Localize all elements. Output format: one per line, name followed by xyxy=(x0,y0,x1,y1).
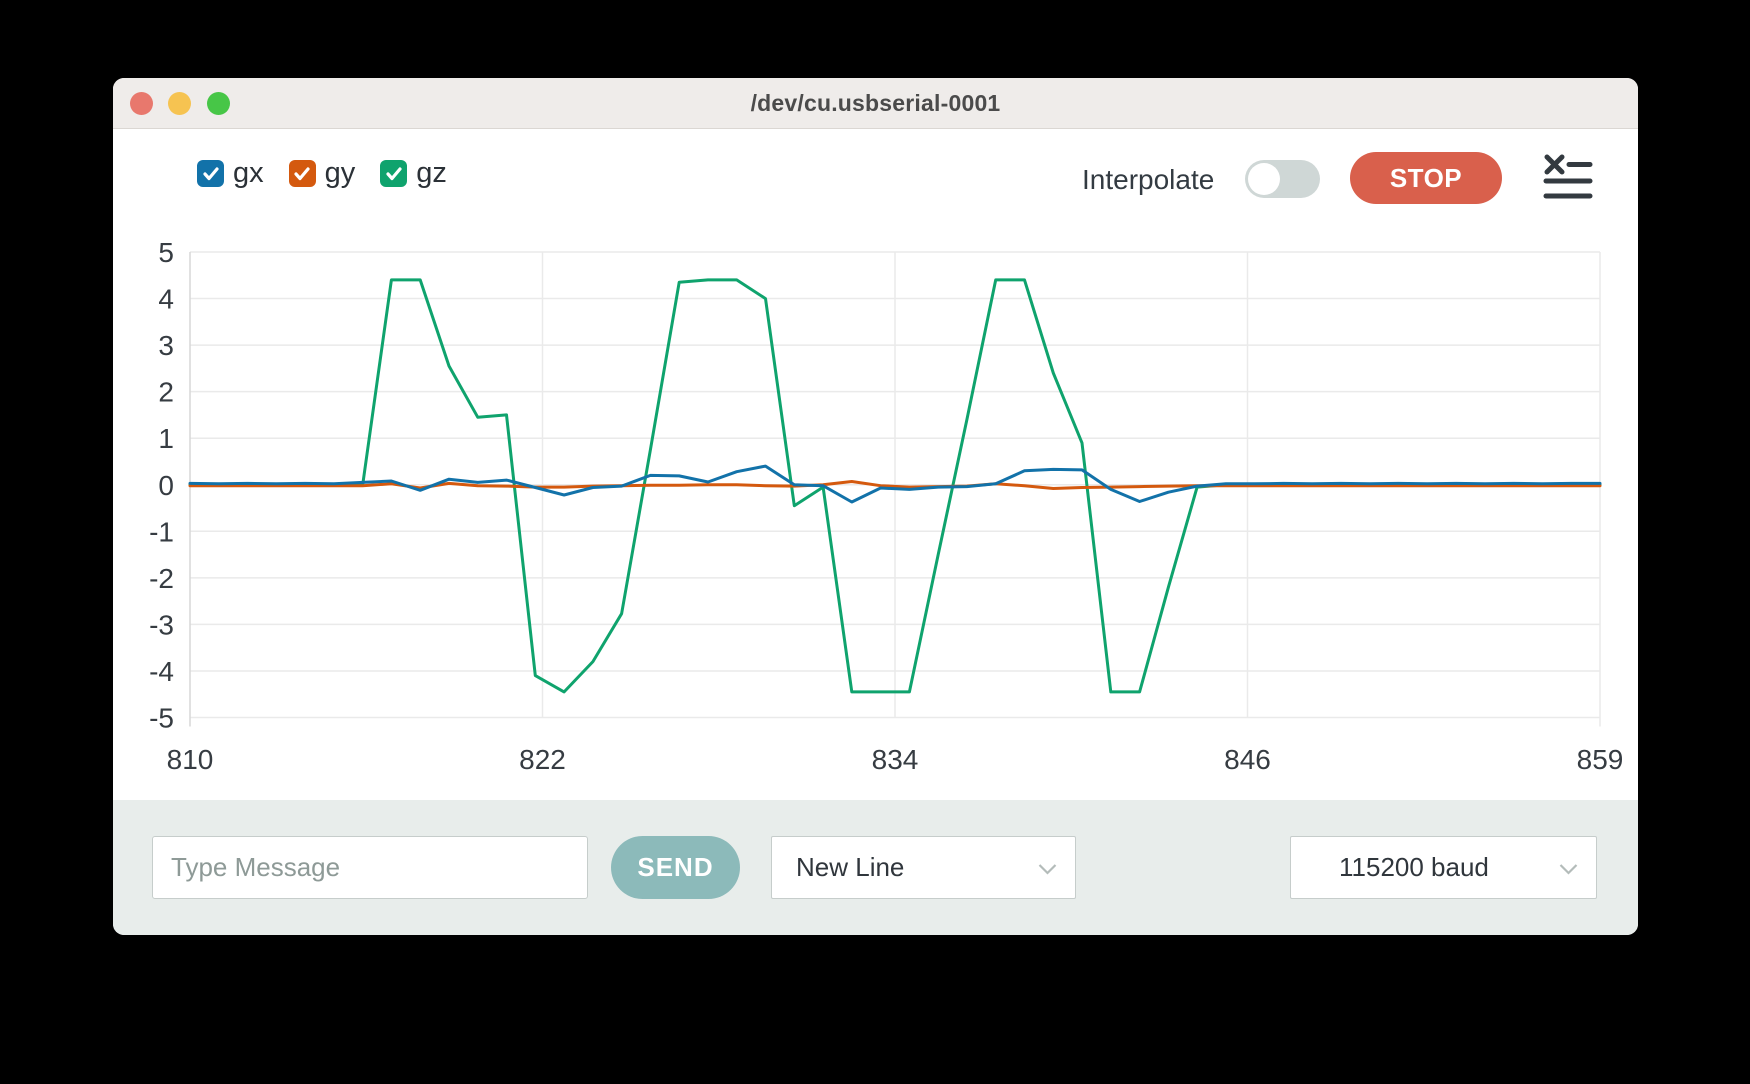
svg-text:1: 1 xyxy=(158,423,174,454)
svg-text:-2: -2 xyxy=(149,563,174,594)
legend-item-gx[interactable]: gx xyxy=(197,157,264,190)
line-ending-select[interactable]: New Line xyxy=(771,836,1076,899)
legend-item-gz[interactable]: gz xyxy=(380,157,447,190)
check-icon xyxy=(203,167,219,181)
svg-text:-4: -4 xyxy=(149,656,174,687)
svg-text:-1: -1 xyxy=(149,516,174,547)
clear-list-icon[interactable] xyxy=(1543,152,1593,200)
close-button[interactable] xyxy=(130,92,153,115)
check-icon xyxy=(294,167,310,181)
checkbox-gx[interactable] xyxy=(197,160,224,187)
svg-text:0: 0 xyxy=(158,470,174,501)
svg-text:822: 822 xyxy=(519,744,566,775)
message-input[interactable] xyxy=(152,836,588,899)
baud-value: 115200 baud xyxy=(1339,852,1489,883)
line-ending-value: New Line xyxy=(796,852,904,883)
maximize-button[interactable] xyxy=(207,92,230,115)
checkbox-gy[interactable] xyxy=(289,160,316,187)
check-icon xyxy=(386,167,402,181)
toggle-knob xyxy=(1248,163,1280,195)
checkbox-gz[interactable] xyxy=(380,160,407,187)
svg-text:846: 846 xyxy=(1224,744,1271,775)
svg-text:834: 834 xyxy=(872,744,919,775)
svg-text:-3: -3 xyxy=(149,609,174,640)
interpolate-toggle[interactable] xyxy=(1245,160,1320,198)
send-button[interactable]: SEND xyxy=(611,836,740,899)
baud-select[interactable]: 115200 baud xyxy=(1290,836,1597,899)
clear-list-icon-glyph xyxy=(1543,152,1593,200)
minimize-button[interactable] xyxy=(168,92,191,115)
svg-text:-5: -5 xyxy=(149,703,174,734)
legend-label-gz: gz xyxy=(416,157,447,190)
legend-label-gx: gx xyxy=(233,157,264,190)
chevron-down-icon xyxy=(1038,864,1057,875)
svg-text:5: 5 xyxy=(158,237,174,268)
stop-button[interactable]: STOP xyxy=(1350,152,1502,204)
legend-label-gy: gy xyxy=(325,157,356,190)
series-legend: gx gy gz xyxy=(197,157,447,190)
titlebar: /dev/cu.usbserial-0001 xyxy=(113,78,1638,129)
app-window: /dev/cu.usbserial-0001 gx gy xyxy=(113,78,1638,935)
svg-text:859: 859 xyxy=(1577,744,1624,775)
window-title: /dev/cu.usbserial-0001 xyxy=(113,78,1638,128)
footer-bar: SEND New Line 115200 baud xyxy=(113,800,1638,935)
svg-text:810: 810 xyxy=(167,744,214,775)
legend-item-gy[interactable]: gy xyxy=(289,157,356,190)
svg-text:2: 2 xyxy=(158,377,174,408)
interpolate-label: Interpolate xyxy=(1082,164,1214,196)
svg-text:3: 3 xyxy=(158,330,174,361)
svg-text:4: 4 xyxy=(158,284,174,315)
chevron-down-icon xyxy=(1559,864,1578,875)
